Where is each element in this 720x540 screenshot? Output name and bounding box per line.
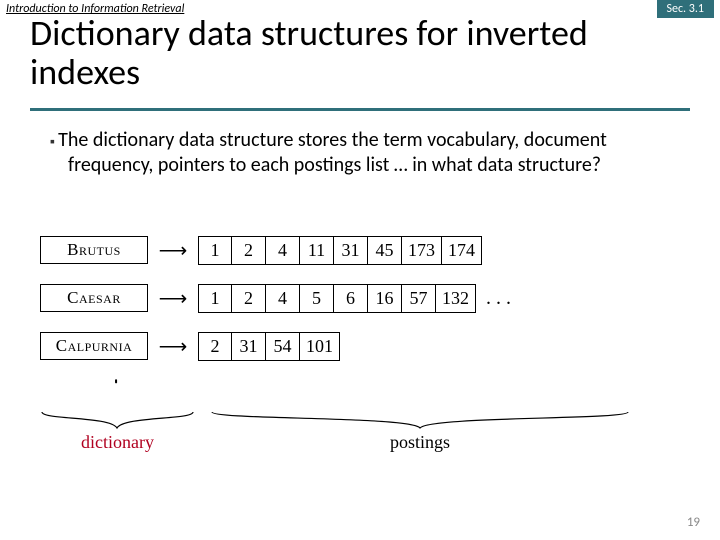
index-row: Caesar ⟶ 1 2 4 5 6 16 57 132 . . . (40, 278, 700, 318)
term-box: Calpurnia (40, 332, 148, 360)
index-row: Calpurnia ⟶ 2 31 54 101 (40, 326, 700, 366)
term-box: Brutus (40, 236, 148, 264)
index-row: Brutus ⟶ 1 2 4 11 31 45 173 174 (40, 230, 700, 270)
postings-list: 2 31 54 101 (198, 332, 340, 361)
posting-cell: 173 (402, 236, 442, 265)
posting-cell: 5 (300, 284, 334, 313)
postings-list: 1 2 4 5 6 16 57 132 (198, 284, 476, 313)
posting-cell: 54 (266, 332, 300, 361)
bullet-text: The dictionary data structure stores the… (50, 128, 680, 178)
dictionary-label: dictionary (40, 432, 195, 453)
postings-label: postings (210, 432, 630, 453)
arrow-icon: ⟶ (148, 238, 198, 263)
postings-brace: postings (210, 410, 630, 453)
posting-cell: 31 (334, 236, 368, 265)
slide-number: 19 (687, 515, 700, 530)
vertical-ellipsis-icon: . . . (110, 378, 131, 381)
posting-cell: 4 (266, 284, 300, 313)
posting-cell: 57 (402, 284, 436, 313)
dictionary-brace: dictionary (40, 410, 195, 453)
posting-cell: 2 (232, 236, 266, 265)
posting-cell: 101 (300, 332, 340, 361)
posting-cell: 45 (368, 236, 402, 265)
brace-labels: dictionary postings (40, 410, 700, 480)
posting-cell: 6 (334, 284, 368, 313)
posting-cell: 31 (232, 332, 266, 361)
arrow-icon: ⟶ (148, 286, 198, 311)
posting-cell: 11 (300, 236, 334, 265)
posting-cell: 1 (198, 284, 232, 313)
posting-cell: 2 (232, 284, 266, 313)
posting-cell: 132 (436, 284, 476, 313)
term-box: Caesar (40, 284, 148, 312)
posting-cell: 2 (198, 332, 232, 361)
postings-list: 1 2 4 11 31 45 173 174 (198, 236, 482, 265)
posting-cell: 1 (198, 236, 232, 265)
arrow-icon: ⟶ (148, 334, 198, 359)
posting-cell: 174 (442, 236, 482, 265)
posting-cell: 4 (266, 236, 300, 265)
ellipsis-icon: . . . (486, 287, 511, 310)
slide-title: Dictionary data structures for inverted … (30, 14, 690, 92)
inverted-index-diagram: Brutus ⟶ 1 2 4 11 31 45 173 174 Caesar ⟶… (40, 230, 700, 374)
posting-cell: 16 (368, 284, 402, 313)
title-underline (30, 108, 690, 111)
